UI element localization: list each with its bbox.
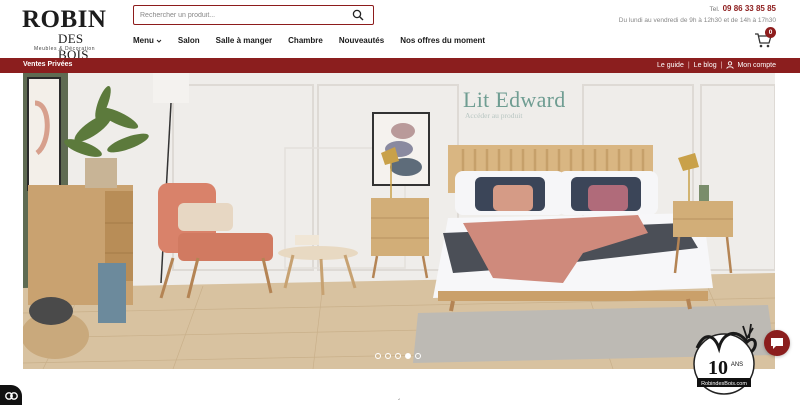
site-logo[interactable]: ROBIN DES BOIS Meubles & Décoration — [22, 6, 114, 62]
search-bar — [133, 5, 374, 25]
hero-image — [23, 73, 775, 369]
blog-link[interactable]: Le blog — [694, 62, 717, 69]
cart-count-badge: 0 — [765, 27, 776, 38]
carousel-dot[interactable] — [375, 353, 381, 359]
top-links: Le guide | Le blog | Mon compte — [657, 61, 776, 69]
phone-line[interactable]: Tel. 09 86 33 85 85 — [619, 4, 776, 13]
contact-info: Tel. 09 86 33 85 85 Du lundi au vendredi … — [619, 4, 776, 24]
badge-site: RobindesBois.com — [701, 381, 747, 387]
search-input[interactable] — [140, 8, 340, 22]
top-bar: Ventes Privées Le guide | Le blog | Mon … — [0, 58, 800, 73]
hero-banner[interactable]: Lit Edward Accéder au produit — [23, 73, 775, 369]
cookie-icon — [5, 392, 18, 400]
chevron-down-icon — [156, 39, 162, 43]
guide-link[interactable]: Le guide — [657, 62, 684, 69]
footer-mark: ´ — [398, 398, 401, 407]
nav-salle-a-manger[interactable]: Salle à manger — [216, 36, 272, 45]
nav-salon[interactable]: Salon — [178, 36, 200, 45]
nav-offres[interactable]: Nos offres du moment — [400, 36, 485, 45]
badge-years-label: ANS — [731, 362, 743, 368]
chat-icon — [771, 338, 783, 349]
anniversary-badge: 10 ANS RobindesBois.com — [693, 323, 757, 395]
carousel-dot[interactable] — [385, 353, 391, 359]
opening-hours: Du lundi au vendredi de 9h à 12h30 et de… — [618, 17, 776, 24]
carousel-dot[interactable] — [395, 353, 401, 359]
user-icon — [726, 61, 735, 69]
separator: | — [687, 61, 690, 69]
tel-label: Tel. — [709, 6, 720, 13]
hero-subtitle[interactable]: Accéder au produit — [465, 111, 522, 120]
carousel-dots — [375, 353, 421, 359]
ventes-privees-link[interactable]: Ventes Privées — [23, 61, 72, 68]
search-icon[interactable] — [352, 9, 364, 21]
separator: | — [720, 61, 723, 69]
nav-menu[interactable]: Menu — [133, 36, 162, 45]
nav-nouveautes[interactable]: Nouveautés — [339, 36, 384, 45]
main-nav: Menu Salon Salle à manger Chambre Nouvea… — [133, 36, 501, 45]
logo-main-text: ROBIN — [22, 6, 107, 33]
account-link[interactable]: Mon compte — [737, 62, 776, 69]
badge-years: 10 — [708, 357, 728, 379]
site-header: ROBIN DES BOIS Meubles & Décoration Menu… — [0, 0, 800, 62]
logo-tagline: Meubles & Décoration — [34, 46, 96, 52]
chat-button[interactable] — [764, 330, 790, 356]
nav-menu-label: Menu — [133, 36, 154, 45]
carousel-dot[interactable] — [415, 353, 421, 359]
cookie-settings-button[interactable] — [0, 385, 22, 405]
hero-title[interactable]: Lit Edward — [463, 87, 566, 113]
phone-number: 09 86 33 85 85 — [722, 4, 776, 13]
carousel-dot-active[interactable] — [405, 353, 411, 359]
nav-chambre[interactable]: Chambre — [288, 36, 323, 45]
